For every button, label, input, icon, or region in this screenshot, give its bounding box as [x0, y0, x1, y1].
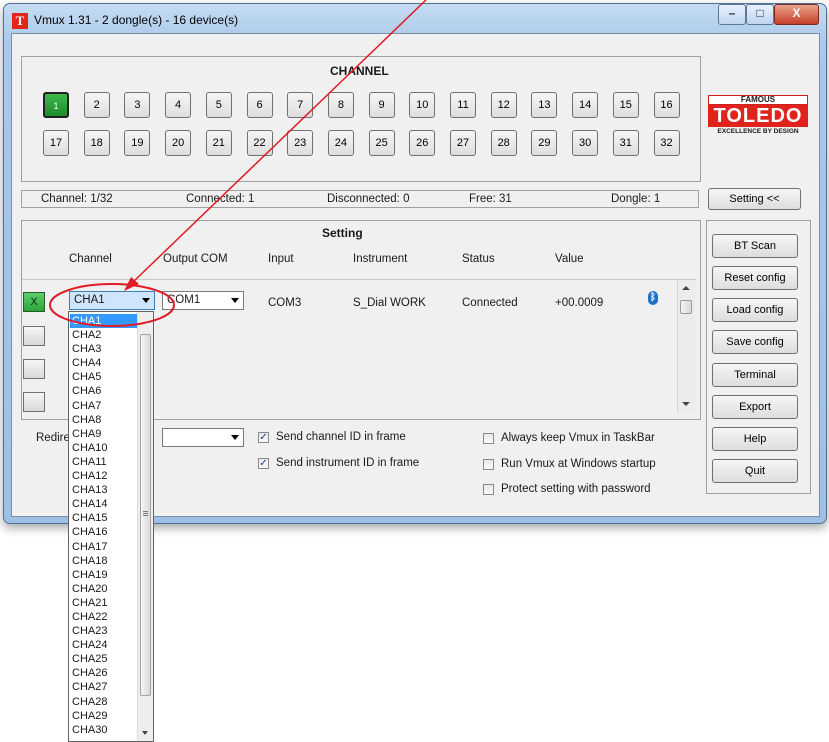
- annotation-ellipse: [49, 283, 175, 327]
- annotation-arrow-line: [131, 0, 427, 284]
- annotation-overlay: [49, 0, 427, 327]
